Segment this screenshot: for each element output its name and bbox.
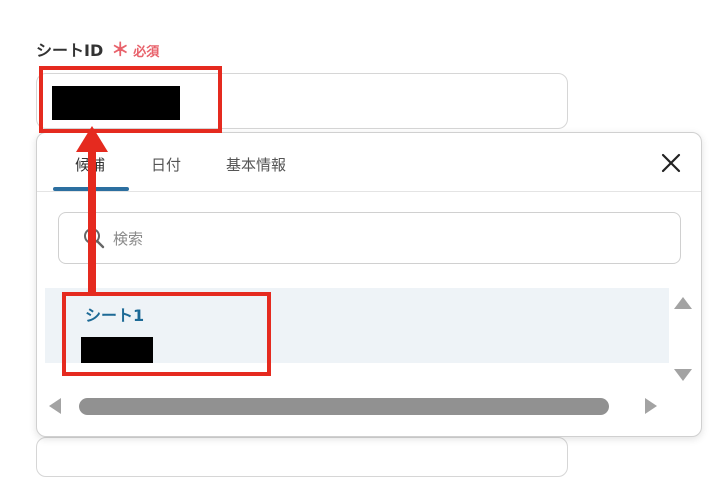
annotation-arrow bbox=[76, 126, 108, 293]
